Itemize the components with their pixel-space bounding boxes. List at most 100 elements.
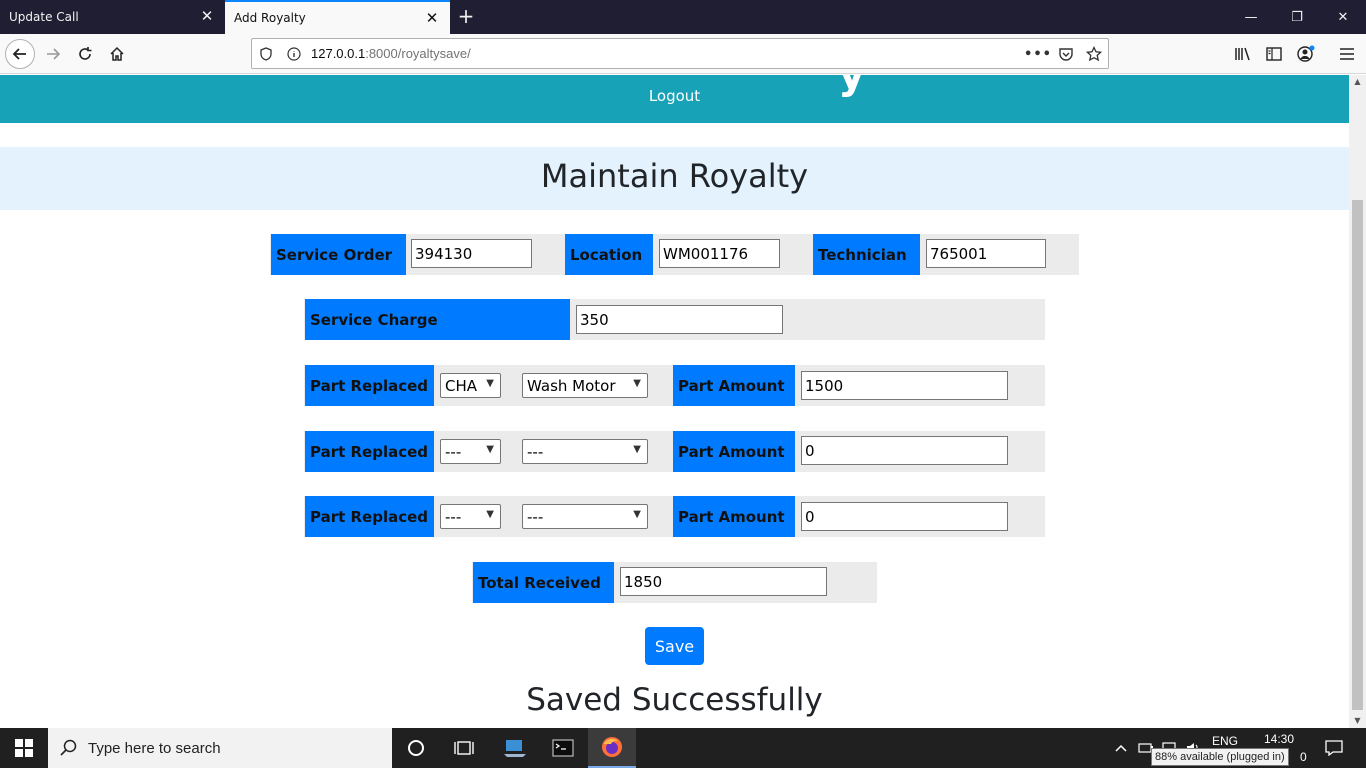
chevron-down-icon: ▼	[633, 378, 641, 389]
show-hidden-icons-icon[interactable]	[1114, 728, 1128, 768]
page-viewport: y Logout Maintain Royalty Service Order …	[0, 75, 1349, 728]
part-amount-label: Part Amount	[673, 496, 795, 537]
pocket-icon[interactable]	[1057, 45, 1075, 63]
url-text: 127.0.0.1:8000/royaltysave/	[311, 46, 471, 61]
part-row-3: Part Replaced --- ▼ --- ▼ Part Amount 0	[304, 496, 1045, 537]
reload-button[interactable]	[70, 39, 100, 69]
battery-tooltip: 88% available (plugged in)	[1151, 748, 1289, 766]
service-charge-label: Service Charge	[305, 299, 570, 340]
chevron-down-icon: ▼	[486, 444, 494, 455]
part-row-2: Part Replaced --- ▼ --- ▼ Part Amount 0	[304, 431, 1045, 472]
url-host: 127.0.0.1	[311, 46, 366, 61]
part-code-value: CHA	[445, 376, 478, 395]
search-placeholder: Type here to search	[88, 739, 221, 757]
technician-input[interactable]: 765001	[926, 239, 1046, 268]
bookmark-star-icon[interactable]	[1085, 45, 1103, 63]
scroll-up-icon[interactable]: ▲	[1349, 75, 1366, 89]
restore-icon[interactable]: ❐	[1274, 0, 1320, 34]
sidebar-icon[interactable]	[1259, 39, 1289, 69]
task-view-icon[interactable]	[440, 728, 488, 768]
part-replaced-label: Part Replaced	[305, 365, 434, 406]
part-name-value: Wash Motor	[527, 376, 616, 395]
notifications-icon[interactable]	[1310, 728, 1358, 768]
part-amount-label: Part Amount	[673, 365, 795, 406]
part-code-select[interactable]: CHA ▼	[440, 373, 501, 398]
location-label: Location	[565, 234, 653, 275]
part-amount-input[interactable]: 0	[801, 502, 1008, 531]
url-path: :8000/royaltysave/	[365, 46, 471, 61]
terminal-icon[interactable]	[539, 728, 587, 768]
tab-label: Update Call	[9, 10, 79, 24]
part-replaced-label: Part Replaced	[305, 431, 434, 472]
location-input[interactable]: WM001176	[659, 239, 780, 268]
tab-add-royalty[interactable]: Add Royalty ✕	[225, 0, 450, 34]
tab-label: Add Royalty	[234, 11, 306, 25]
scroll-down-icon[interactable]: ▼	[1349, 714, 1366, 728]
account-icon[interactable]	[1291, 39, 1321, 69]
scrollbar-thumb[interactable]	[1352, 200, 1363, 710]
search-icon	[60, 739, 77, 756]
browser-tab-bar: Update Call ✕ Add Royalty ✕ + — ❐ ✕	[0, 0, 1366, 34]
forward-arrow-icon	[47, 48, 61, 60]
chevron-down-icon: ▼	[633, 444, 641, 455]
total-received-row: Total Received 1850	[472, 562, 877, 603]
menu-icon[interactable]	[1332, 39, 1362, 69]
technician-label: Technician	[813, 234, 920, 275]
back-button[interactable]	[5, 39, 35, 69]
library-icon[interactable]	[1228, 39, 1258, 69]
part-name-select[interactable]: Wash Motor ▼	[522, 373, 648, 398]
forward-button[interactable]	[38, 39, 68, 69]
app-icon[interactable]	[491, 728, 539, 768]
order-info-row: Service Order 394130 Location WM001176 T…	[270, 234, 1079, 275]
page-scrollbar[interactable]: ▲ ▼	[1349, 75, 1366, 728]
part-code-value: ---	[445, 507, 462, 526]
shield-icon[interactable]	[257, 45, 275, 63]
part-name-value: ---	[527, 442, 544, 461]
service-charge-input[interactable]: 350	[576, 305, 783, 334]
home-button[interactable]	[102, 39, 132, 69]
part-code-value: ---	[445, 442, 462, 461]
part-name-value: ---	[527, 507, 544, 526]
total-received-input[interactable]: 1850	[620, 567, 827, 596]
chevron-down-icon: ▼	[486, 509, 494, 520]
service-order-label: Service Order	[271, 234, 406, 275]
minimize-icon[interactable]: —	[1228, 0, 1274, 34]
part-replaced-label: Part Replaced	[305, 496, 434, 537]
save-button[interactable]: Save	[645, 627, 704, 665]
info-icon[interactable]	[285, 45, 303, 63]
clock-date[interactable]: 0	[1300, 737, 1307, 768]
browser-nav-bar: 127.0.0.1:8000/royaltysave/ •••	[0, 34, 1366, 74]
logout-link[interactable]: Logout	[0, 87, 1349, 105]
part-row-1: Part Replaced CHA ▼ Wash Motor ▼ Part Amou…	[304, 365, 1045, 406]
site-header: y Logout	[0, 75, 1349, 123]
part-amount-input[interactable]: 1500	[801, 371, 1008, 400]
close-tab-icon[interactable]: ✕	[424, 10, 440, 26]
part-name-select[interactable]: --- ▼	[522, 504, 648, 529]
close-tab-icon[interactable]: ✕	[199, 8, 215, 24]
window-close-icon[interactable]: ✕	[1320, 0, 1366, 34]
taskbar-search[interactable]: Type here to search	[48, 728, 392, 768]
reload-icon	[79, 47, 92, 60]
windows-start-button[interactable]	[0, 728, 48, 768]
tab-update-call[interactable]: Update Call ✕	[0, 0, 225, 34]
part-name-select[interactable]: --- ▼	[522, 439, 648, 464]
part-code-select[interactable]: --- ▼	[440, 504, 501, 529]
part-amount-input[interactable]: 0	[801, 436, 1008, 465]
status-message: Saved Successfully	[526, 682, 823, 718]
service-charge-row: Service Charge 350	[304, 299, 1045, 340]
part-amount-label: Part Amount	[673, 431, 795, 472]
service-order-input[interactable]: 394130	[411, 239, 532, 268]
new-tab-icon[interactable]: +	[455, 5, 477, 27]
cortana-icon[interactable]	[392, 728, 440, 768]
firefox-icon[interactable]	[588, 728, 636, 768]
chevron-down-icon: ▼	[486, 378, 494, 389]
total-received-label: Total Received	[473, 562, 614, 603]
back-arrow-icon	[12, 48, 26, 60]
address-bar[interactable]: 127.0.0.1:8000/royaltysave/ •••	[251, 38, 1109, 69]
page-actions-icon[interactable]: •••	[1024, 45, 1051, 63]
page-title: Maintain Royalty	[540, 157, 809, 195]
home-icon	[110, 46, 124, 61]
chevron-down-icon: ▼	[633, 509, 641, 520]
part-code-select[interactable]: --- ▼	[440, 439, 501, 464]
windows-logo-icon	[15, 739, 33, 757]
